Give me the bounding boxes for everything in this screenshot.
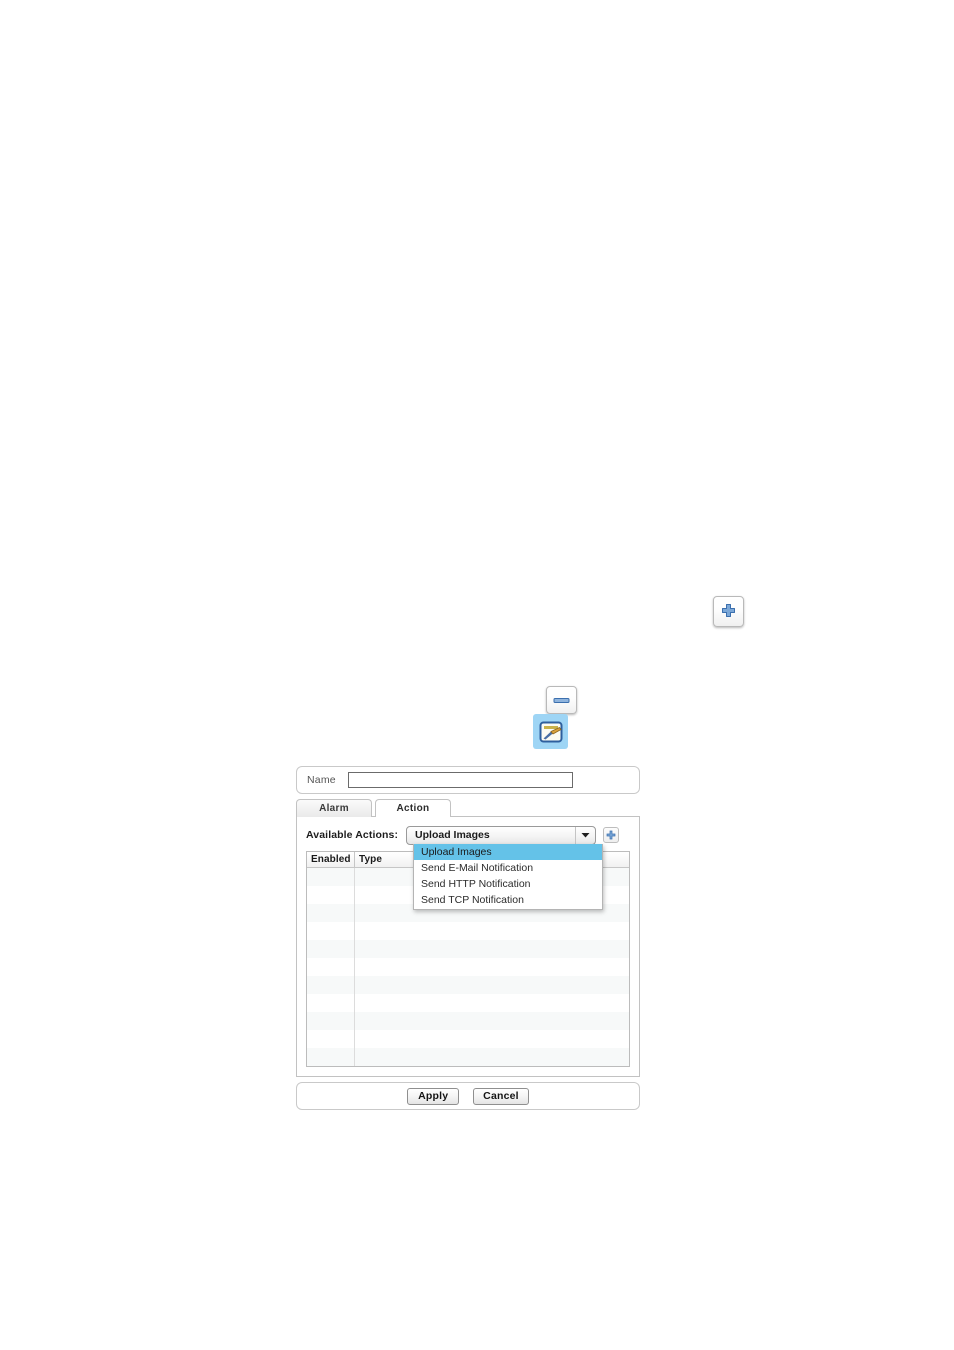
cell-enabled [307,994,355,1012]
tab-action-label: Action [396,803,430,814]
table-row[interactable] [307,994,629,1012]
available-actions-label: Available Actions: [306,829,399,841]
dropdown-option-send-http-notification[interactable]: Send HTTP Notification [414,876,602,892]
action-tab-panel: Available Actions: Upload Images Upload … [296,816,640,1077]
cell-enabled [307,886,355,904]
available-actions-selected-value: Upload Images [415,829,490,841]
alarm-action-dialog: Name Alarm Action Available Actions: Upl… [296,766,640,1110]
table-row[interactable] [307,976,629,994]
table-row[interactable] [307,1048,629,1066]
cell-enabled [307,958,355,976]
add-button[interactable] [713,596,744,627]
minus-icon [553,697,570,703]
cell-type [355,994,629,1012]
table-row[interactable] [307,958,629,976]
cell-type [355,922,629,940]
cell-enabled [307,940,355,958]
cell-enabled [307,1030,355,1048]
cell-enabled [307,1048,355,1066]
edit-button[interactable] [533,714,568,749]
available-actions-select[interactable]: Upload Images [406,825,597,845]
dropdown-option-upload-images[interactable]: Upload Images [414,844,602,860]
remove-button[interactable] [546,686,577,714]
dropdown-option-send-tcp-notification[interactable]: Send TCP Notification [414,892,602,908]
cell-enabled [307,868,355,886]
dropdown-option-send-email-notification[interactable]: Send E-Mail Notification [414,860,602,876]
cell-type [355,958,629,976]
cell-enabled [307,904,355,922]
table-row[interactable] [307,1012,629,1030]
cell-type [355,1030,629,1048]
tab-alarm-label: Alarm [319,803,349,814]
cell-enabled [307,922,355,940]
apply-button[interactable]: Apply [407,1087,460,1105]
available-actions-row: Available Actions: Upload Images Upload … [306,825,630,910]
cell-type [355,1012,629,1030]
table-row[interactable] [307,922,629,940]
tab-action[interactable]: Action [375,799,451,818]
column-header-enabled[interactable]: Enabled [307,852,355,867]
cell-type [355,976,629,994]
apply-button-label: Apply [418,1090,449,1102]
cell-enabled [307,976,355,994]
name-panel: Name [296,766,640,794]
dialog-button-bar: Apply Cancel [296,1082,640,1110]
name-input[interactable] [347,772,573,788]
edit-icon [539,721,562,742]
cancel-button-label: Cancel [483,1090,519,1102]
name-label: Name [307,774,336,786]
available-actions-dropdown-list[interactable]: Upload Images Send E-Mail Notification S… [413,844,603,910]
cell-type [355,1048,629,1066]
table-row[interactable] [307,1030,629,1048]
tab-bar: Alarm Action [296,798,640,818]
add-action-button[interactable] [603,827,620,843]
cell-enabled [307,1012,355,1030]
tab-alarm[interactable]: Alarm [296,799,372,817]
cancel-button[interactable]: Cancel [473,1087,529,1105]
plus-icon [722,604,735,617]
plus-small-icon [606,830,616,840]
cell-type [355,940,629,958]
table-row[interactable] [307,940,629,958]
chevron-down-icon[interactable] [575,826,595,844]
